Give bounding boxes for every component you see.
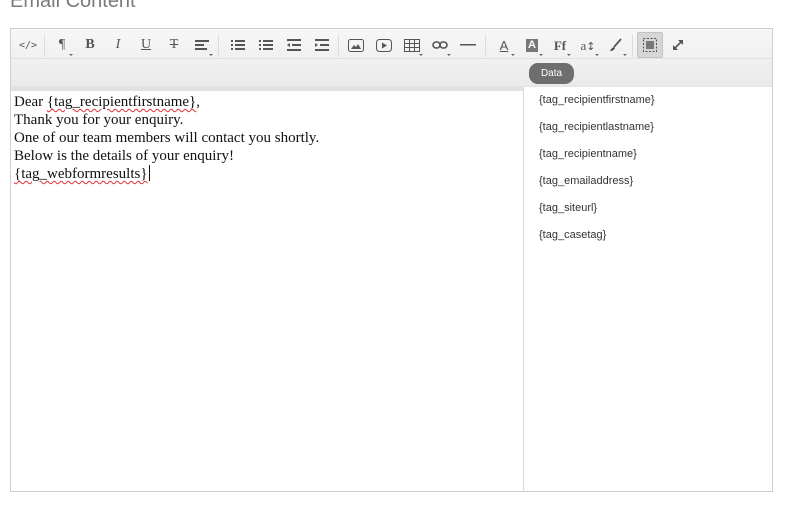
toolbar-separator [632, 35, 633, 57]
align-left-icon [195, 40, 209, 50]
rich-text-editor: </> ¶ B I U T A A Ff a↕ Data Dear {tag_r… [10, 28, 773, 492]
link-icon [432, 41, 448, 49]
data-tag-item[interactable]: {tag_recipientfirstname} [539, 94, 655, 106]
numbered-list-icon [259, 40, 273, 50]
insert-link-button[interactable] [428, 33, 452, 57]
font-size-icon: a↕ [580, 37, 596, 53]
horizontal-rule-button[interactable] [456, 33, 480, 57]
clear-format-button[interactable] [604, 33, 628, 57]
text-cursor [148, 165, 150, 181]
underline-button[interactable]: U [134, 33, 158, 57]
brush-icon [610, 38, 622, 51]
editor-line: One of our team members will contact you… [14, 130, 320, 146]
section-title: Email Content [10, 0, 136, 12]
editor-line: Dear {tag_recipientfirstname}, [14, 94, 200, 110]
table-icon [404, 38, 420, 52]
font-family-icon: Ff [553, 37, 567, 53]
editor-line: {tag_webformresults} [14, 165, 520, 183]
outdent-icon [287, 39, 301, 51]
editor-line: Thank you for your enquiry. [14, 112, 184, 128]
bullet-list-button[interactable] [226, 33, 250, 57]
font-color-button[interactable]: A [492, 33, 516, 57]
italic-button[interactable]: I [106, 33, 130, 57]
merge-tag: {tag_webformresults} [14, 166, 148, 182]
expand-icon [673, 40, 683, 50]
editor-content-area[interactable]: Dear {tag_recipientfirstname}, Thank you… [11, 87, 523, 491]
font-size-button[interactable]: a↕ [576, 33, 600, 57]
toolbar-row: </> ¶ B I U T A A Ff a↕ [11, 31, 772, 59]
strikethrough-icon: T [169, 37, 179, 52]
numbered-list-button[interactable] [254, 33, 278, 57]
font-color-icon: A [499, 37, 509, 53]
bullet-list-icon [231, 40, 245, 50]
underline-icon: U [140, 37, 152, 52]
html-source-button[interactable]: </> [16, 33, 40, 57]
merge-tag: {tag_recipientfirstname} [46, 94, 197, 110]
toolbar-separator [485, 35, 486, 57]
image-icon [348, 38, 364, 52]
indent-icon [315, 39, 329, 51]
editor-line: Below is the details of your enquiry! [14, 148, 234, 164]
paragraph-format-button[interactable]: ¶ [50, 33, 74, 57]
insert-video-button[interactable] [372, 33, 396, 57]
data-tag-item[interactable]: {tag_emailaddress} [539, 175, 633, 187]
strikethrough-button[interactable]: T [162, 33, 186, 57]
data-tag-item[interactable]: {tag_recipientlastname} [539, 121, 654, 133]
background-color-icon: A [526, 38, 538, 52]
code-icon: </> [18, 39, 38, 51]
editor-toolbar: </> ¶ B I U T A A Ff a↕ [11, 29, 772, 87]
background-color-button[interactable]: A [520, 33, 544, 57]
insert-table-button[interactable] [400, 33, 424, 57]
pilcrow-icon: ¶ [58, 37, 66, 52]
insert-image-button[interactable] [344, 33, 368, 57]
toolbar-separator [338, 35, 339, 57]
font-family-button[interactable]: Ff [548, 33, 572, 57]
show-blocks-icon [643, 38, 657, 52]
toolbar-separator [218, 35, 219, 57]
fullscreen-button[interactable] [666, 33, 690, 57]
video-icon [376, 38, 392, 52]
indent-button[interactable] [310, 33, 334, 57]
data-tags-panel: {tag_recipientfirstname} {tag_recipientl… [523, 87, 772, 491]
show-blocks-button[interactable] [637, 32, 663, 58]
toolbar-separator [44, 35, 45, 57]
data-tag-item[interactable]: {tag_casetag} [539, 229, 606, 241]
bold-button[interactable]: B [78, 33, 102, 57]
data-tag-item[interactable]: {tag_recipientname} [539, 148, 637, 160]
bold-icon: B [85, 37, 95, 52]
horizontal-rule-icon [460, 44, 476, 46]
data-tab[interactable]: Data [529, 63, 574, 84]
italic-icon: I [115, 37, 121, 52]
align-button[interactable] [190, 33, 214, 57]
data-tag-item[interactable]: {tag_siteurl} [539, 202, 597, 214]
outdent-button[interactable] [282, 33, 306, 57]
